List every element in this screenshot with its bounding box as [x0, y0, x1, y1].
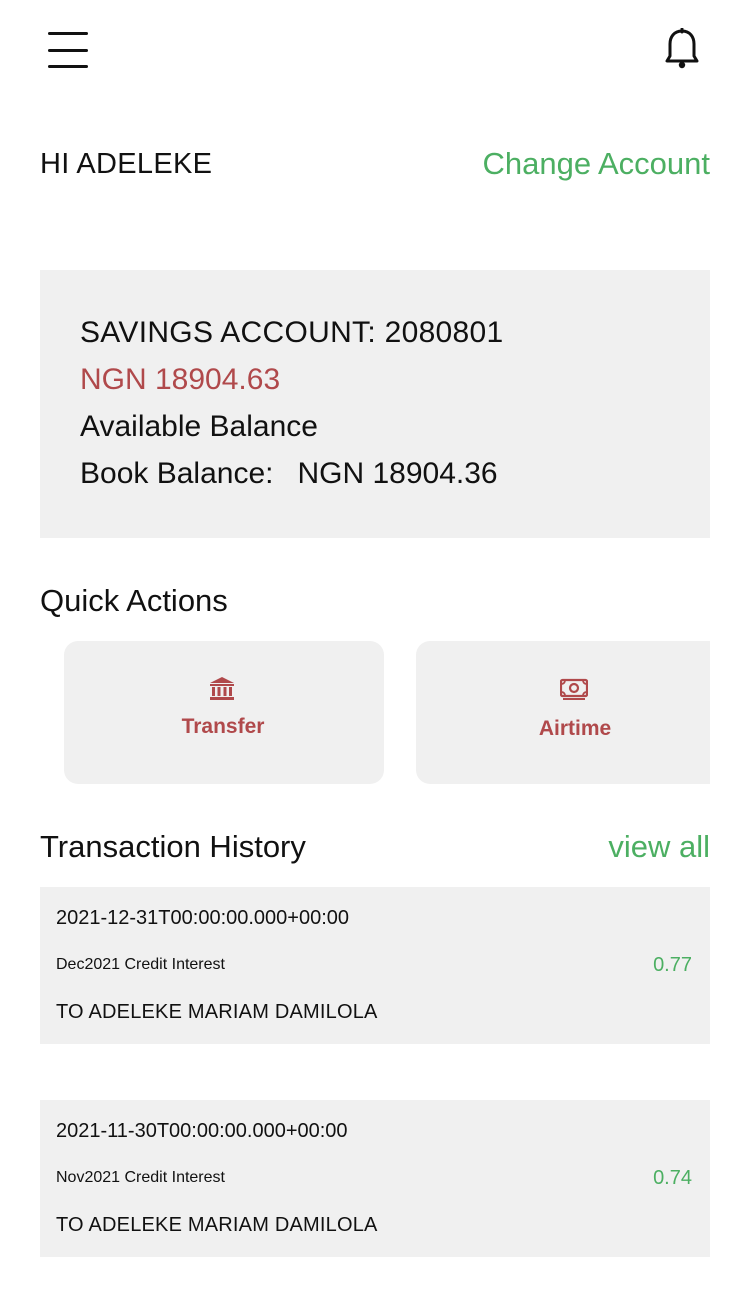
transaction-description: Dec2021 Credit Interest [56, 956, 225, 973]
bell-icon[interactable] [664, 27, 700, 70]
transaction-item[interactable]: 2021-12-31T00:00:00.000+00:00 Dec2021 Cr… [40, 887, 710, 1044]
transaction-description: Nov2021 Credit Interest [56, 1169, 225, 1186]
bell-icon-graphic [665, 27, 699, 69]
book-balance-value: NGN 18904.36 [297, 457, 498, 490]
available-balance-label: Available Balance [80, 410, 318, 443]
dashboard-screen: HI ADELEKE Change Account SAVINGS ACCOUN… [0, 0, 750, 1290]
book-balance-row: Book Balance: NGN 18904.36 [80, 457, 498, 491]
quick-actions-title: Quick Actions [40, 583, 228, 618]
transaction-recipient: TO ADELEKE MARIAM DAMILOLA [56, 1001, 378, 1023]
bank-icon [210, 677, 234, 700]
money-icon [560, 678, 588, 700]
transaction-date: 2021-12-31T00:00:00.000+00:00 [56, 907, 350, 929]
account-summary-card: SAVINGS ACCOUNT: 2080801 NGN 18904.63 Av… [40, 270, 710, 538]
change-account-link[interactable]: Change Account [482, 146, 710, 182]
transaction-item[interactable]: 2021-11-30T00:00:00.000+00:00 Nov2021 Cr… [40, 1100, 710, 1257]
book-balance-label: Book Balance: [80, 457, 274, 490]
quick-action-label: Airtime [538, 717, 612, 740]
transaction-history-title: Transaction History [40, 829, 306, 864]
quick-action-airtime[interactable]: Airtime [416, 641, 710, 784]
quick-action-label: Transfer [181, 715, 265, 738]
transaction-amount: 0.74 [653, 1167, 692, 1189]
transaction-recipient: TO ADELEKE MARIAM DAMILOLA [56, 1214, 378, 1236]
view-all-link[interactable]: view all [608, 829, 710, 865]
account-title: SAVINGS ACCOUNT: 2080801 [80, 316, 504, 349]
transaction-amount: 0.77 [653, 954, 692, 976]
hamburger-menu-icon[interactable] [48, 32, 88, 68]
quick-action-transfer[interactable]: Transfer [64, 641, 384, 784]
greeting-text: HI ADELEKE [40, 148, 213, 180]
account-balance: NGN 18904.63 [80, 363, 281, 396]
transaction-date: 2021-11-30T00:00:00.000+00:00 [56, 1120, 348, 1142]
